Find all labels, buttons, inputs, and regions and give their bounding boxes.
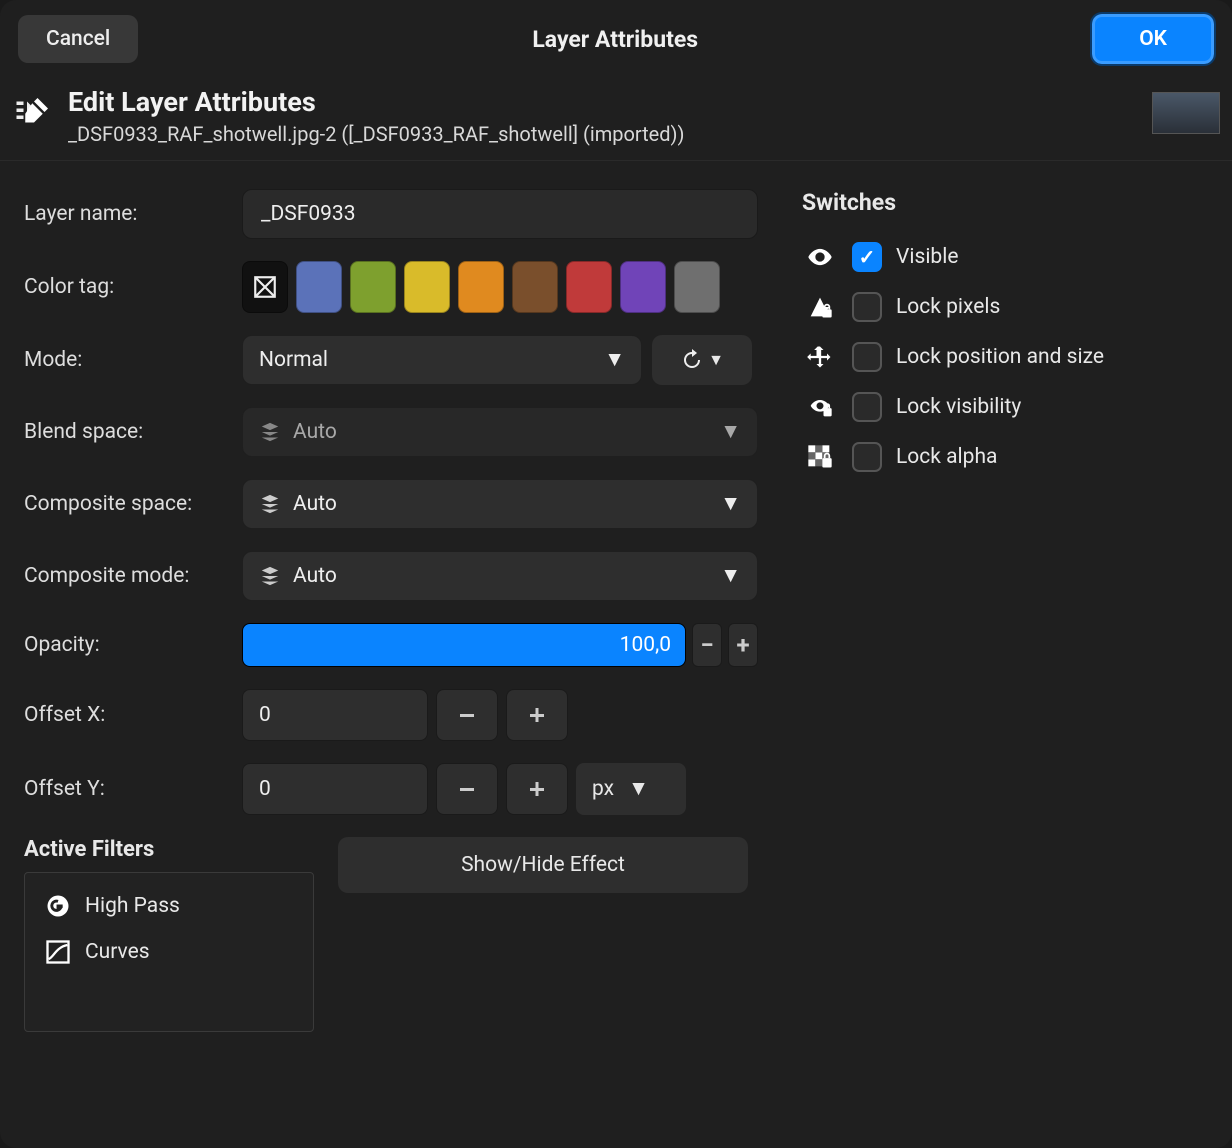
color-tag-swatch-6[interactable] (620, 261, 666, 313)
opacity-value: 100,0 (620, 633, 671, 657)
switch-row-visible: Visible (802, 232, 1208, 282)
color-tag-swatch-2[interactable] (404, 261, 450, 313)
filter-item-label: High Pass (85, 894, 180, 918)
layer-thumbnail (1152, 92, 1220, 134)
chevron-down-icon: ▼ (604, 348, 625, 372)
visible-label: Visible (896, 245, 958, 269)
color-tag-none[interactable] (242, 261, 288, 313)
composite-mode-label: Composite mode: (24, 564, 242, 588)
color-tag-swatch-3[interactable] (458, 261, 504, 313)
chevron-down-icon: ▼ (628, 777, 649, 801)
layers-icon (259, 493, 281, 515)
color-tag-swatch-1[interactable] (350, 261, 396, 313)
composite-mode-select[interactable]: Auto ▼ (242, 551, 758, 601)
header: Edit Layer Attributes _DSF0933_RAF_shotw… (0, 78, 1232, 161)
reset-icon (680, 348, 704, 372)
filter-item-label: Curves (85, 940, 150, 964)
color-tag-swatch-4[interactable] (512, 261, 558, 313)
composite-space-label: Composite space: (24, 492, 242, 516)
chevron-down-icon: ▼ (720, 564, 741, 588)
color-tag-swatch-5[interactable] (566, 261, 612, 313)
cancel-button[interactable]: Cancel (18, 15, 138, 63)
layer-name-input[interactable] (242, 189, 758, 239)
layer-attributes-dialog: Cancel Layer Attributes OK Edit Layer At… (0, 0, 1232, 1148)
switch-row-lock_position: Lock position and size (802, 332, 1208, 382)
switch-row-lock_visibility: Lock visibility (802, 382, 1208, 432)
blend-space-label: Blend space: (24, 420, 242, 444)
offset-unit-value: px (592, 777, 614, 801)
offset-x-input[interactable] (242, 689, 428, 741)
lock_alpha-label: Lock alpha (896, 445, 997, 469)
color-tag-swatch-7[interactable] (674, 261, 720, 313)
filter-item[interactable]: Curves (39, 929, 299, 975)
offset-y-label: Offset Y: (24, 777, 242, 801)
offset-y-decrement[interactable] (436, 763, 498, 815)
switches-group: Visible Lock pixels Lock position and size… (802, 232, 1208, 482)
ok-button[interactable]: OK (1092, 14, 1214, 64)
color-tag-group (242, 261, 720, 313)
filters-list[interactable]: High Pass Curves (24, 872, 314, 1032)
offset-y-input[interactable] (242, 763, 428, 815)
mode-value: Normal (259, 348, 328, 372)
switches-label: Switches (802, 189, 1208, 216)
composite-space-value: Auto (293, 492, 337, 516)
switch-row-lock_pixels: Lock pixels (802, 282, 1208, 332)
composite-mode-value: Auto (293, 564, 337, 588)
chevron-down-icon: ▼ (720, 492, 741, 516)
offset-unit-select[interactable]: px ▼ (576, 763, 686, 815)
offset-y-increment[interactable] (506, 763, 568, 815)
composite-space-select[interactable]: Auto ▼ (242, 479, 758, 529)
lock_position-checkbox[interactable] (852, 342, 882, 372)
titlebar: Cancel Layer Attributes OK (0, 0, 1232, 78)
lock_pixels-checkbox[interactable] (852, 292, 882, 322)
lock_visibility-label: Lock visibility (896, 395, 1021, 419)
active-filters-label: Active Filters (24, 837, 314, 862)
opacity-label: Opacity: (24, 633, 242, 657)
show-hide-effect-button[interactable]: Show/Hide Effect (338, 837, 748, 893)
color-tag-swatch-0[interactable] (296, 261, 342, 313)
switch-row-lock_alpha: Lock alpha (802, 432, 1208, 482)
visible-icon (802, 243, 838, 271)
chevron-down-icon: ▼ (708, 350, 724, 370)
dialog-title: Layer Attributes (532, 26, 698, 53)
visible-checkbox[interactable] (852, 242, 882, 272)
offset-x-decrement[interactable] (436, 689, 498, 741)
layers-icon (259, 565, 281, 587)
lock_alpha-icon (802, 443, 838, 471)
curves-icon (43, 937, 73, 967)
lock_visibility-icon (802, 393, 838, 421)
opacity-increment[interactable]: + (728, 623, 758, 667)
offset-x-label: Offset X: (24, 703, 242, 727)
chevron-down-icon: ▼ (720, 420, 741, 444)
mode-label: Mode: (24, 348, 242, 372)
lock_position-icon (802, 343, 838, 371)
filter-item[interactable]: High Pass (39, 883, 299, 929)
edit-layer-icon (12, 90, 56, 134)
lock_alpha-checkbox[interactable] (852, 442, 882, 472)
opacity-decrement[interactable]: − (692, 623, 722, 667)
lock_position-label: Lock position and size (896, 345, 1104, 369)
offset-x-increment[interactable] (506, 689, 568, 741)
lock_pixels-icon (802, 293, 838, 321)
mode-reset-button[interactable]: ▼ (652, 335, 752, 385)
blend-space-value: Auto (293, 420, 337, 444)
color-tag-label: Color tag: (24, 275, 242, 299)
lock_pixels-label: Lock pixels (896, 295, 1000, 319)
header-subtitle: _DSF0933_RAF_shotwell.jpg-2 ([_DSF0933_R… (68, 122, 684, 146)
header-title: Edit Layer Attributes (68, 86, 684, 118)
g-icon (43, 891, 73, 921)
mode-select[interactable]: Normal ▼ (242, 335, 642, 385)
lock_visibility-checkbox[interactable] (852, 392, 882, 422)
blend-space-select: Auto ▼ (242, 407, 758, 457)
opacity-slider[interactable]: 100,0 (242, 623, 686, 667)
layer-name-label: Layer name: (24, 202, 242, 226)
layers-icon (259, 421, 281, 443)
